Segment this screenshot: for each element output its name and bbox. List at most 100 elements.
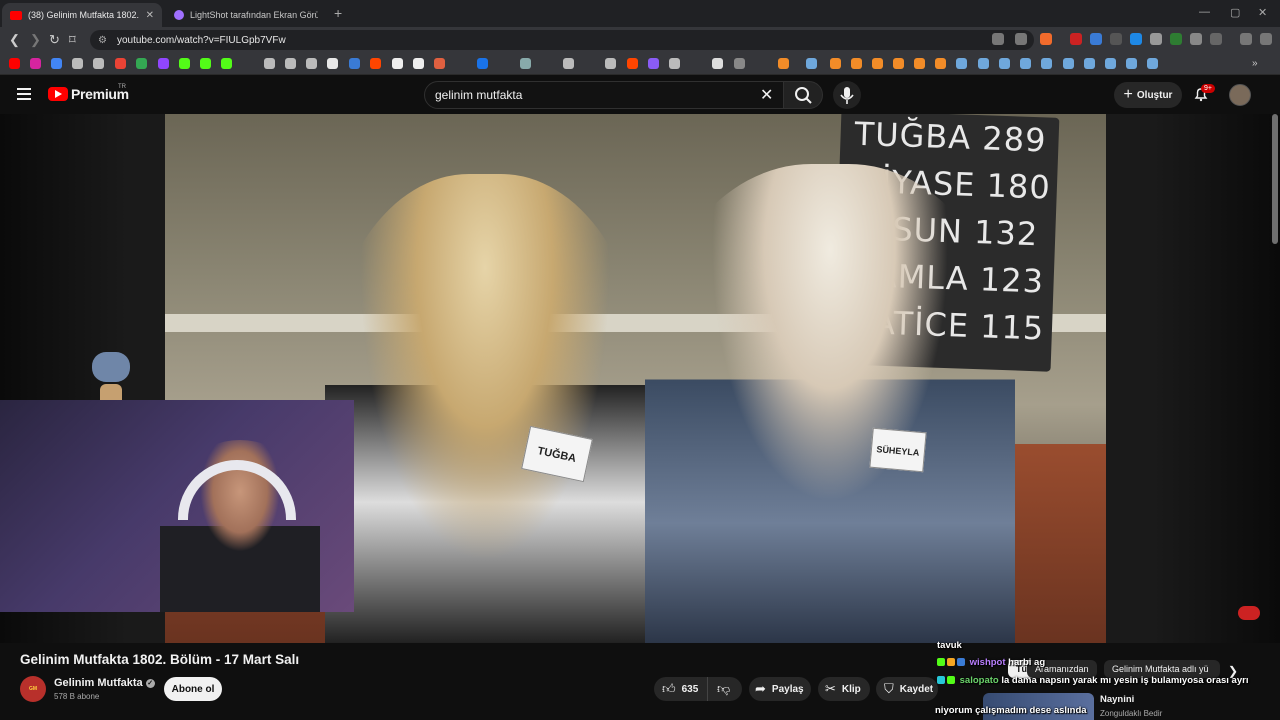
bookmark-icon[interactable] — [93, 58, 104, 69]
video-title: Gelinim Mutfakta 1802. Bölüm - 17 Mart S… — [20, 652, 300, 667]
bookmark-icon[interactable] — [477, 58, 488, 69]
address-bar[interactable]: ⚙ youtube.com/watch?v=FIULGpb7VFw — [90, 30, 1034, 50]
media-icon[interactable] — [1240, 33, 1252, 45]
back-icon[interactable]: ❮ — [9, 32, 20, 48]
bookmark-icon[interactable] — [1084, 58, 1095, 69]
extension-icon[interactable] — [1070, 33, 1082, 45]
bookmark-icon[interactable] — [563, 58, 574, 69]
bookmark-icon[interactable] — [935, 58, 946, 69]
site-info-icon[interactable]: ⚙ — [98, 35, 107, 46]
bookmark-youtube-icon[interactable] — [9, 58, 20, 69]
extension-icon[interactable] — [1110, 33, 1122, 45]
bookmark-kick-icon[interactable] — [179, 58, 190, 69]
save-button[interactable]: ⛉ Kaydet — [876, 677, 938, 701]
bookmark-icon[interactable] — [349, 58, 360, 69]
share-icon[interactable] — [1015, 33, 1027, 45]
bookmark-reddit-icon[interactable] — [627, 58, 638, 69]
bookmark-icon[interactable] — [893, 58, 904, 69]
bookmark-icon[interactable] — [285, 58, 296, 69]
bookmark-icon[interactable] — [999, 58, 1010, 69]
extension-icon[interactable] — [1170, 33, 1182, 45]
reload-icon[interactable]: ↻ — [49, 32, 60, 48]
bookmark-icon[interactable] — [1063, 58, 1074, 69]
bookmark-twitch-icon[interactable] — [158, 58, 169, 69]
bookmark-icon[interactable] — [712, 58, 723, 69]
menu-icon[interactable] — [1260, 33, 1272, 45]
page-scrollbar[interactable] — [1272, 114, 1278, 244]
recommendation-title[interactable]: Naynini — [1100, 694, 1134, 705]
bookmark-icon[interactable] — [978, 58, 989, 69]
minimize-icon[interactable]: — — [1199, 6, 1210, 18]
forward-icon[interactable]: ❯ — [30, 32, 41, 48]
channel-watermark-icon[interactable] — [1238, 606, 1260, 620]
extension-icon[interactable] — [1150, 33, 1162, 45]
bookmark-icon[interactable] — [830, 58, 841, 69]
bookmark-icon[interactable] — [778, 58, 789, 69]
bookmark-icon[interactable]: ⌑ — [69, 32, 76, 48]
bookmark-folder-icon[interactable] — [734, 58, 745, 69]
scoreboard-line: TUĞBA 289 — [854, 114, 1048, 160]
video-player[interactable]: TUĞBA 289 MİYASE 180 AYSUN 132 DAMLA 123… — [0, 114, 1280, 643]
bookmark-icon[interactable] — [1041, 58, 1052, 69]
clip-button[interactable]: ✂ Klip — [818, 677, 870, 701]
extension-icon[interactable] — [1090, 33, 1102, 45]
extensions-puzzle-icon[interactable] — [1190, 33, 1202, 45]
bookmark-drive-icon[interactable] — [136, 58, 147, 69]
bookmark-icon[interactable] — [72, 58, 83, 69]
channel-avatar[interactable]: GM — [20, 676, 46, 702]
bookmark-icon[interactable] — [1147, 58, 1158, 69]
extension-icon[interactable] — [1130, 33, 1142, 45]
tab-lightshot[interactable]: LightShot tarafından Ekran Görüntüsü — [166, 3, 326, 27]
bookmark-x-icon[interactable] — [327, 58, 338, 69]
bookmark-icon[interactable] — [851, 58, 862, 69]
create-button[interactable]: + Oluştur — [1114, 82, 1182, 108]
bookmark-icon[interactable] — [872, 58, 883, 69]
maximize-icon[interactable]: ▢ — [1230, 6, 1240, 19]
channel-name-row[interactable]: Gelinim Mutfakta ✓ — [54, 677, 155, 689]
bookmark-icon[interactable] — [520, 58, 531, 69]
sidebar-icon[interactable] — [1210, 33, 1222, 45]
bookmark-icon[interactable] — [914, 58, 925, 69]
bookmark-icon[interactable] — [306, 58, 317, 69]
close-window-icon[interactable]: ✕ — [1258, 6, 1267, 19]
bookmark-icon[interactable] — [648, 58, 659, 69]
like-button[interactable]: 👍︎ 635 — [654, 677, 708, 701]
bookmark-icon[interactable] — [51, 58, 62, 69]
bookmark-icon[interactable] — [1105, 58, 1116, 69]
subscribe-button[interactable]: Abone ol — [164, 677, 222, 701]
clear-search-icon[interactable]: ✕ — [760, 85, 773, 105]
share-label: Paylaş — [771, 683, 804, 695]
bookmark-instagram-icon[interactable] — [30, 58, 41, 69]
youtube-logo-icon[interactable] — [48, 87, 68, 101]
bookmark-icon[interactable] — [806, 58, 817, 69]
bookmark-gmail-icon[interactable] — [115, 58, 126, 69]
bookmark-icon[interactable] — [434, 58, 445, 69]
bookmark-icon[interactable] — [392, 58, 403, 69]
bookmark-kick-icon[interactable] — [200, 58, 211, 69]
bookmark-icon[interactable] — [264, 58, 275, 69]
search-input[interactable]: gelinim mutfakta — [424, 81, 784, 109]
bookmark-icon[interactable] — [669, 58, 680, 69]
bookmark-icon[interactable] — [605, 58, 616, 69]
bookmark-icon[interactable] — [1126, 58, 1137, 69]
bookmark-kick-icon[interactable] — [221, 58, 232, 69]
voice-search-button[interactable] — [833, 81, 861, 109]
search-button[interactable] — [783, 81, 823, 109]
close-tab-icon[interactable]: ✕ — [146, 10, 154, 21]
bookmark-reddit-icon[interactable] — [370, 58, 381, 69]
dislike-button[interactable]: 👎︎ — [708, 681, 730, 697]
recommendation-channel[interactable]: Zonguldaklı Bedir — [1100, 709, 1162, 718]
brave-shield-icon[interactable] — [1040, 33, 1052, 45]
account-avatar[interactable] — [1229, 84, 1251, 106]
bookmark-icon[interactable] — [1020, 58, 1031, 69]
bookmark-icon[interactable] — [956, 58, 967, 69]
menu-icon[interactable] — [17, 88, 31, 100]
bookmark-icon[interactable] — [413, 58, 424, 69]
new-tab-icon[interactable]: + — [334, 5, 342, 21]
cast-icon[interactable] — [992, 33, 1004, 45]
more-bookmarks-icon[interactable]: » — [1252, 58, 1263, 69]
streamer-webcam-overlay — [0, 400, 354, 612]
share-button[interactable]: ➦ Paylaş — [749, 677, 811, 701]
channel-name[interactable]: Gelinim Mutfakta — [54, 677, 143, 689]
tab-youtube[interactable]: (38) Gelinim Mutfakta 1802. Bölü ✕ — [2, 3, 162, 27]
